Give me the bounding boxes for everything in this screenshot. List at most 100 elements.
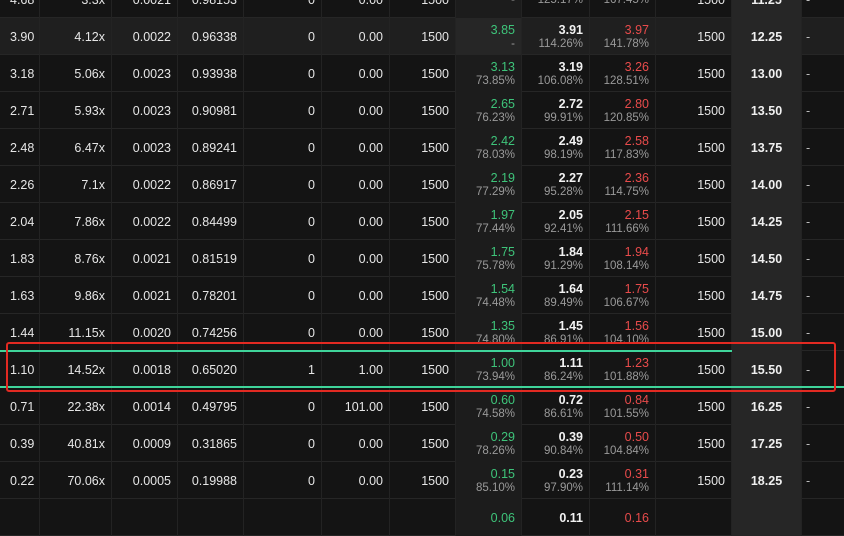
- ask-price-cell[interactable]: 3.97 141.78%: [590, 18, 656, 55]
- ask-price-cell[interactable]: 0.50 104.84%: [590, 425, 656, 462]
- ask-price-cell[interactable]: 2.58 117.83%: [590, 129, 656, 166]
- bid-price-cell[interactable]: -: [456, 0, 522, 18]
- table-row[interactable]: 2.26 7.1x 0.0022 0.86917 0 0.00 1500 2.19 77.29%…: [0, 166, 844, 203]
- delta-cell: 0.74256: [178, 314, 244, 351]
- ask-price-iv: 101.88%: [603, 370, 649, 383]
- leverage-cell: 5.06x: [40, 55, 112, 92]
- bid-size-cell: 1500: [390, 314, 456, 351]
- bid-price-iv: 74.80%: [475, 333, 515, 346]
- bid-price-cell[interactable]: 0.15 85.10%: [456, 462, 522, 499]
- table-row[interactable]: 2.04 7.86x 0.0022 0.84499 0 0.00 1500 1.97 77.44…: [0, 203, 844, 240]
- delta-cell: 0.98153: [178, 0, 244, 18]
- mark-price: 1.11: [559, 355, 583, 370]
- bid-price: 0.60: [490, 392, 515, 407]
- bid-price-iv: 73.94%: [475, 370, 515, 383]
- ask-price: 2.15: [624, 207, 649, 222]
- ask-price-cell[interactable]: 1.75 106.67%: [590, 277, 656, 314]
- strike-cell: 13.50: [732, 92, 802, 129]
- ask-price-cell[interactable]: 0.16: [590, 499, 656, 536]
- mark-price-cell[interactable]: 1.45 86.91%: [522, 314, 590, 351]
- volume-cell: 0: [244, 166, 322, 203]
- gamma-cell: 0.0020: [112, 314, 178, 351]
- volume-cell: 0: [244, 462, 322, 499]
- open-interest-cell: 1.00: [322, 351, 390, 388]
- table-row[interactable]: 4.683.3x0.00210.9815300.001500-125.17%16…: [0, 0, 844, 18]
- mark-price-iv: 98.19%: [543, 148, 583, 161]
- last-price-cell: 1.10: [0, 351, 40, 388]
- ask-price-cell[interactable]: 1.94 108.14%: [590, 240, 656, 277]
- bid-price-cell[interactable]: 0.29 78.26%: [456, 425, 522, 462]
- open-interest-cell: 0.00: [322, 55, 390, 92]
- mark-price-cell[interactable]: 2.72 99.91%: [522, 92, 590, 129]
- ask-price-iv: 106.67%: [603, 296, 649, 309]
- mark-price-cell[interactable]: 2.27 95.28%: [522, 166, 590, 203]
- bid-price-cell[interactable]: 1.54 74.48%: [456, 277, 522, 314]
- mark-price-cell[interactable]: 1.11 86.24%: [522, 351, 590, 388]
- bid-price-cell[interactable]: 1.75 75.78%: [456, 240, 522, 277]
- ask-size-cell: 1500: [656, 55, 732, 92]
- mark-price-iv: 86.24%: [543, 370, 583, 383]
- last-price-cell: 0.22: [0, 462, 40, 499]
- ask-price-cell[interactable]: 0.84 101.55%: [590, 388, 656, 425]
- bid-price-cell[interactable]: 2.65 76.23%: [456, 92, 522, 129]
- table-row[interactable]: 2.71 5.93x 0.0023 0.90981 0 0.00 1500 2.65 76.23…: [0, 92, 844, 129]
- mark-price-cell[interactable]: 3.91 114.26%: [522, 18, 590, 55]
- bid-price-cell[interactable]: 0.06: [456, 499, 522, 536]
- put-side-cell: -: [806, 362, 811, 377]
- mark-price-cell[interactable]: 2.49 98.19%: [522, 129, 590, 166]
- put-side-cell: -: [806, 399, 811, 414]
- last-price-cell: 1.44: [0, 314, 40, 351]
- strike-cell: 15.00: [732, 314, 802, 351]
- table-row[interactable]: 1.10 14.52x 0.0018 0.65020 1 1.00 1500 1.00 73.9…: [0, 350, 844, 388]
- bid-price-cell[interactable]: 3.13 73.85%: [456, 55, 522, 92]
- table-row[interactable]: 0.22 70.06x 0.0005 0.19988 0 0.00 1500 0.15 85.1…: [0, 462, 844, 499]
- bid-price-cell[interactable]: 2.19 77.29%: [456, 166, 522, 203]
- bid-price-cell[interactable]: 0.60 74.58%: [456, 388, 522, 425]
- table-row[interactable]: 0.39 40.81x 0.0009 0.31865 0 0.00 1500 0.29 78.2…: [0, 425, 844, 462]
- table-row[interactable]: 3.18 5.06x 0.0023 0.93938 0 0.00 1500 3.13 73.85…: [0, 55, 844, 92]
- bid-price-cell[interactable]: 1.00 73.94%: [456, 351, 522, 388]
- ask-price-iv: 114.75%: [604, 185, 649, 198]
- mark-price-cell[interactable]: 0.11: [522, 499, 590, 536]
- table-row[interactable]: 2.48 6.47x 0.0023 0.89241 0 0.00 1500 2.42 78.03…: [0, 129, 844, 166]
- ask-price-cell[interactable]: 0.31 111.14%: [590, 462, 656, 499]
- ask-price-cell[interactable]: 1.56 104.10%: [590, 314, 656, 351]
- ask-size-cell: 1500: [656, 425, 732, 462]
- open-interest-cell: 0.00: [322, 92, 390, 129]
- mark-price-cell[interactable]: 0.39 90.84%: [522, 425, 590, 462]
- leverage-cell: 11.15x: [40, 314, 112, 351]
- mark-price-cell[interactable]: 2.05 92.41%: [522, 203, 590, 240]
- mark-price-cell[interactable]: 1.84 91.29%: [522, 240, 590, 277]
- table-row[interactable]: 3.90 4.12x 0.0022 0.96338 0 0.00 1500 3.85-3.91…: [0, 18, 844, 55]
- put-side-cell: -: [806, 177, 811, 192]
- mark-price-cell[interactable]: 0.23 97.90%: [522, 462, 590, 499]
- put-side-cell: -: [806, 66, 811, 81]
- bid-price-cell[interactable]: 1.35 74.80%: [456, 314, 522, 351]
- bid-size-cell: [390, 499, 456, 536]
- ask-price-cell[interactable]: 2.36 114.75%: [590, 166, 656, 203]
- ask-size-cell: 1500: [656, 203, 732, 240]
- bid-price: 2.42: [490, 133, 515, 148]
- leverage-cell: 9.86x: [40, 277, 112, 314]
- table-row[interactable]: 0.06 0.11 0.16: [0, 499, 844, 536]
- mark-price-cell[interactable]: 1.64 89.49%: [522, 277, 590, 314]
- ask-price-cell[interactable]: 2.15 111.66%: [590, 203, 656, 240]
- mark-price: 2.27: [558, 170, 583, 185]
- table-row[interactable]: 1.63 9.86x 0.0021 0.78201 0 0.00 1500 1.54 74.48…: [0, 277, 844, 314]
- ask-price-cell[interactable]: 1.23 101.88%: [590, 351, 656, 388]
- bid-price-cell[interactable]: 1.97 77.44%: [456, 203, 522, 240]
- ask-price-cell[interactable]: 2.80 120.85%: [590, 92, 656, 129]
- bid-price-cell[interactable]: 3.85-: [456, 18, 522, 55]
- gamma-cell: 0.0014: [112, 388, 178, 425]
- table-row[interactable]: 0.71 22.38x 0.0014 0.49795 0 101.00 1500 0.60 74…: [0, 388, 844, 425]
- table-row[interactable]: 1.44 11.15x 0.0020 0.74256 0 0.00 1500 1.35 74.8…: [0, 314, 844, 351]
- table-row[interactable]: 1.83 8.76x 0.0021 0.81519 0 0.00 1500 1.75 75.78…: [0, 240, 844, 277]
- mark-price-cell[interactable]: 125.17%: [522, 0, 590, 18]
- mark-price: 2.72: [558, 96, 583, 111]
- bid-price-cell[interactable]: 2.42 78.03%: [456, 129, 522, 166]
- ask-price-iv: 104.10%: [603, 333, 649, 346]
- mark-price-cell[interactable]: 3.19 106.08%: [522, 55, 590, 92]
- ask-price-cell[interactable]: 3.26 128.51%: [590, 55, 656, 92]
- ask-price-cell[interactable]: 167.45%: [590, 0, 656, 18]
- mark-price-cell[interactable]: 0.72 86.61%: [522, 388, 590, 425]
